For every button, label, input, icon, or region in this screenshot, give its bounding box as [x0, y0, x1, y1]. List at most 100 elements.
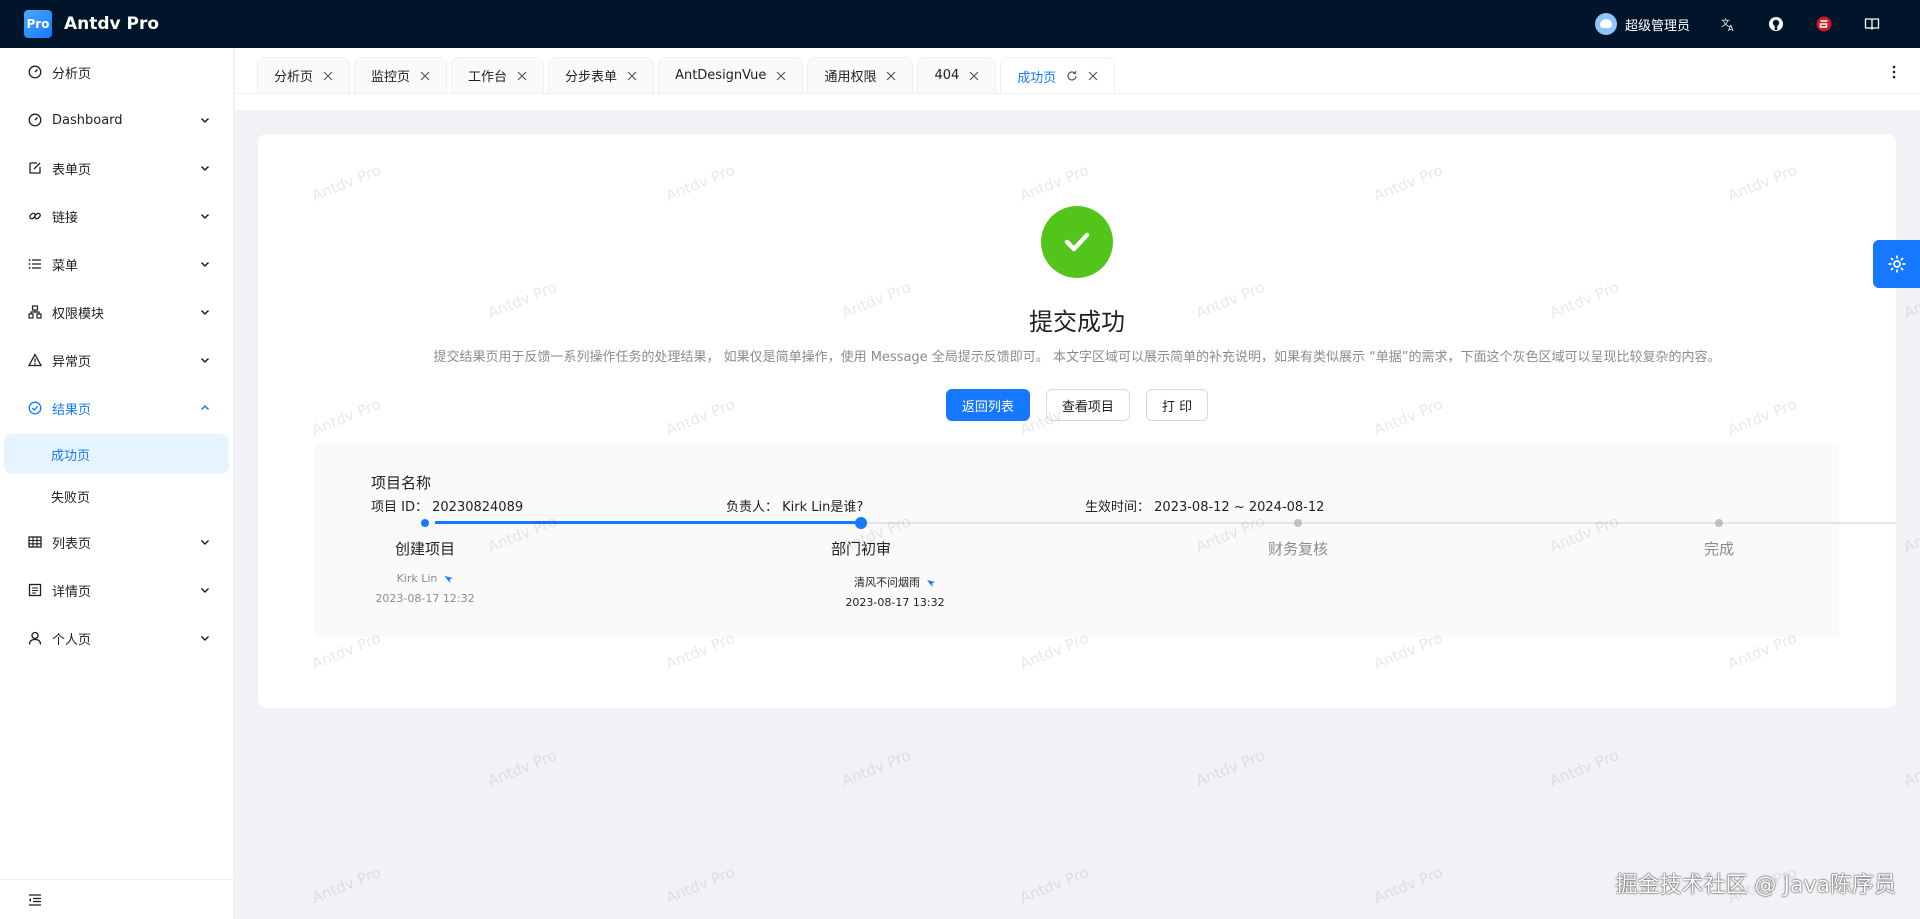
close-icon[interactable]	[886, 71, 896, 81]
step-person-name: Kirk Lin	[396, 572, 438, 585]
close-icon[interactable]	[323, 71, 333, 81]
tab-label: 404	[934, 68, 960, 83]
close-icon[interactable]	[1088, 71, 1098, 81]
result-card: 提交成功 提交结果页用于反馈一系列操作任务的处理结果， 如果仅是简单操作，使用 …	[258, 134, 1896, 708]
result-actions: 返回列表 查看项目 打 印	[258, 389, 1896, 421]
watermark-text: Antdv Pro	[1547, 746, 1622, 790]
result-title: 提交成功	[1029, 308, 1125, 336]
gitee-icon[interactable]	[1800, 0, 1848, 48]
watermark-text: Antdv Pro	[839, 746, 914, 790]
sidebar-item-account[interactable]: 个人页	[0, 614, 233, 662]
step-dot-wait	[1715, 519, 1723, 527]
step-time: 2023-08-17 13:32	[845, 596, 945, 609]
dingding-icon[interactable]	[926, 578, 936, 588]
sidebar-item-exception[interactable]: 异常页	[0, 336, 233, 384]
sidebar-item-permission[interactable]: 权限模块	[0, 288, 233, 336]
sidebar-item-label: 权限模块	[52, 306, 105, 322]
tab-analysis[interactable]: 分析页	[257, 57, 351, 93]
check-circle-icon	[1041, 206, 1113, 278]
tab-monitor[interactable]: 监控页	[354, 57, 448, 93]
check-circle-icon	[28, 401, 42, 415]
project-time: 生效时间： 2023-08-12 ~ 2024-08-12	[1085, 496, 1324, 515]
watermark-text: Antdv Pro	[663, 863, 738, 907]
tab-label: AntDesignVue	[675, 68, 767, 83]
close-icon[interactable]	[969, 71, 979, 81]
watermark-text: Antdv Pro	[1371, 863, 1446, 907]
step-dot-wait	[1294, 519, 1302, 527]
print-button[interactable]: 打 印	[1145, 389, 1209, 421]
sidebar-item-label: 个人页	[52, 632, 92, 648]
close-icon[interactable]	[517, 71, 527, 81]
sidebar-item-analysis[interactable]: 分析页	[0, 48, 233, 96]
sidebar-item-label: 列表页	[52, 536, 92, 552]
tab-label: 分步表单	[565, 70, 618, 85]
app-title[interactable]: Antdv Pro	[64, 14, 159, 34]
sidebar-item-detail[interactable]: 详情页	[0, 566, 233, 614]
sidebar-item-link[interactable]: 链接	[0, 192, 233, 240]
step-person: Kirk Lin	[397, 572, 454, 585]
project-time-label: 生效时间：	[1085, 500, 1151, 515]
svg-text:A: A	[1728, 24, 1734, 32]
github-icon[interactable]	[1752, 0, 1800, 48]
watermark-text: Antdv Pro	[1901, 746, 1920, 790]
settings-drawer-button[interactable]	[1873, 240, 1920, 288]
step-dot-done	[421, 519, 429, 527]
sidebar-subitem-success[interactable]: 成功页	[4, 434, 229, 474]
watermark-text: Antdv Pro	[1901, 512, 1920, 556]
sidebar-item-dashboard[interactable]: Dashboard	[0, 96, 233, 144]
sidebar-subitem-fail[interactable]: 失败页	[4, 476, 229, 516]
app-logo[interactable]: Pro	[24, 10, 52, 38]
credit-watermark: 掘金技术社区 @ Java陈序员	[1615, 873, 1896, 898]
user-name: 超级管理员	[1624, 18, 1690, 34]
tab-step-form[interactable]: 分步表单	[548, 57, 655, 93]
sidebar-item-menu[interactable]: 菜单	[0, 240, 233, 288]
project-id-value: 20230824089	[432, 500, 524, 515]
view-project-button[interactable]: 查看项目	[1045, 389, 1130, 421]
chevron-down-icon	[200, 165, 210, 172]
sidebar-subitem-label: 失败页	[51, 490, 91, 506]
book-icon[interactable]	[1848, 0, 1896, 48]
project-id-label: 项目 ID：	[371, 500, 428, 515]
project-owner-value: Kirk Lin是谁?	[782, 500, 864, 515]
chevron-down-icon	[200, 117, 210, 124]
tab-workplace[interactable]: 工作台	[451, 57, 545, 93]
sidebar-item-label: 链接	[52, 210, 79, 226]
sidebar-item-label: 结果页	[52, 402, 92, 418]
close-icon[interactable]	[776, 71, 786, 81]
back-to-list-button[interactable]: 返回列表	[945, 389, 1030, 421]
sidebar-item-list[interactable]: 列表页	[0, 518, 233, 566]
profile-icon	[28, 583, 42, 597]
tab-label: 监控页	[371, 70, 411, 85]
user-menu[interactable]: 超级管理员	[1581, 13, 1704, 35]
warning-icon	[28, 353, 42, 367]
table-icon	[28, 535, 42, 549]
project-info-panel: 项目名称 项目 ID： 20230824089 负责人： Kirk Lin是谁?…	[315, 444, 1896, 637]
tab-permission[interactable]: 通用权限	[807, 57, 914, 93]
sidebar-item-label: 表单页	[52, 162, 92, 178]
chevron-down-icon	[200, 357, 210, 364]
watermark-text: Antdv Pro	[1193, 746, 1268, 790]
translate-icon[interactable]: 文A	[1704, 0, 1752, 48]
tab-404[interactable]: 404	[917, 57, 997, 93]
step-title: 创建项目	[394, 540, 456, 558]
form-icon	[28, 161, 42, 175]
sidebar-item-result[interactable]: 结果页	[0, 384, 233, 432]
reload-icon[interactable]	[1066, 70, 1078, 82]
close-icon[interactable]	[420, 71, 430, 81]
project-id: 项目 ID： 20230824089	[371, 496, 523, 515]
tab-antdesignvue[interactable]: AntDesignVue	[658, 57, 804, 93]
close-icon[interactable]	[627, 71, 637, 81]
chevron-down-icon	[200, 635, 210, 642]
sidebar-collapse-toggle[interactable]	[0, 879, 234, 919]
sidebar-subitem-label: 成功页	[51, 448, 91, 464]
step-title: 部门初审	[830, 540, 892, 558]
project-owner: 负责人： Kirk Lin是谁?	[726, 496, 863, 515]
sidebar-item-label: 异常页	[52, 354, 92, 370]
more-icon[interactable]	[1886, 64, 1902, 80]
tab-label: 工作台	[468, 70, 508, 85]
tabs-divider	[235, 93, 1920, 94]
tab-success[interactable]: 成功页	[1000, 57, 1116, 94]
sidebar-item-label: 详情页	[52, 584, 92, 600]
sidebar-item-form[interactable]: 表单页	[0, 144, 233, 192]
dingding-icon[interactable]	[443, 574, 453, 584]
